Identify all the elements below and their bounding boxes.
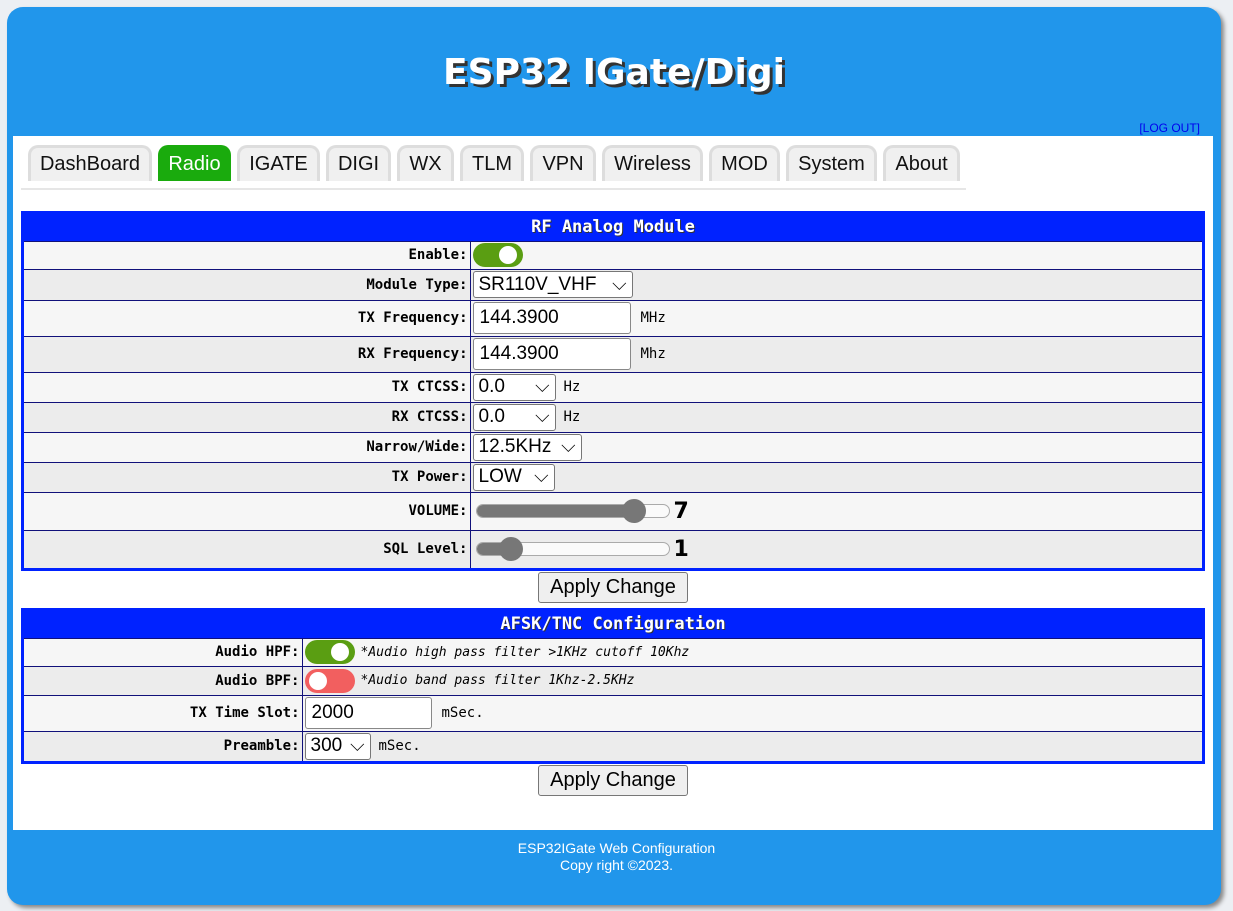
tab-vpn[interactable]: VPN bbox=[530, 145, 596, 181]
unit-label: MHz bbox=[640, 310, 666, 326]
chevron-down-icon: ⌵ bbox=[612, 273, 627, 295]
chevron-down-icon: ⌵ bbox=[535, 376, 550, 397]
page-title: ESP32 IGate/Digi bbox=[443, 52, 785, 93]
field-label: SQL Level: bbox=[24, 529, 471, 568]
sql-level-slider[interactable] bbox=[475, 537, 670, 562]
field-label: TX Time Slot: bbox=[24, 694, 303, 731]
field-label: RX CTCSS: bbox=[24, 401, 471, 432]
rf-module-section: RF Analog Module Enable: Module Type: SR… bbox=[21, 211, 1205, 571]
main-content: DashBoard Radio IGATE DIGI WX TLM VPN Wi… bbox=[13, 136, 1213, 830]
copyright-text: Copy right ©2023. bbox=[559, 857, 674, 873]
tx-ctcss-select[interactable]: 0.0 ⌵ bbox=[472, 373, 556, 401]
logout-link[interactable]: [LOG OUT] bbox=[1139, 121, 1200, 135]
section-title: AFSK/TNC Configuration bbox=[24, 611, 1202, 638]
chevron-down-icon: ⌵ bbox=[350, 735, 365, 757]
tab-radio[interactable]: Radio bbox=[158, 145, 231, 181]
tab-system[interactable]: System bbox=[786, 145, 877, 181]
chevron-down-icon: ⌵ bbox=[561, 436, 576, 457]
rx-ctcss-select[interactable]: 0.0 ⌵ bbox=[472, 403, 556, 431]
field-label: TX CTCSS: bbox=[24, 371, 471, 402]
tx-time-slot-input[interactable]: 2000 bbox=[304, 697, 432, 729]
tab-mod[interactable]: MOD bbox=[709, 145, 780, 181]
tab-wireless[interactable]: Wireless bbox=[602, 145, 703, 181]
narrow-wide-select[interactable]: 12.5KHz ⌵ bbox=[472, 433, 582, 461]
tab-about[interactable]: About bbox=[883, 145, 960, 181]
tab-bar: DashBoard Radio IGATE DIGI WX TLM VPN Wi… bbox=[21, 136, 966, 190]
tx-frequency-input[interactable]: 144.3900 bbox=[472, 302, 631, 334]
field-label: TX Frequency: bbox=[24, 299, 471, 336]
field-label: Enable: bbox=[24, 240, 471, 269]
enable-toggle[interactable] bbox=[472, 243, 523, 267]
field-label: VOLUME: bbox=[24, 491, 471, 530]
unit-label: Mhz bbox=[640, 346, 666, 362]
tx-power-select[interactable]: LOW ⌵ bbox=[472, 463, 555, 491]
module-type-select[interactable]: SR110V_VHF ⌵ bbox=[472, 271, 633, 298]
field-label: Audio BPF: bbox=[24, 665, 303, 695]
tab-dashboard[interactable]: DashBoard bbox=[28, 145, 152, 181]
tab-wx[interactable]: WX bbox=[397, 145, 454, 181]
volume-value: 7 bbox=[673, 498, 689, 524]
hpf-note: *Audio high pass filter >1KHz cutoff 10K… bbox=[360, 644, 690, 660]
volume-slider[interactable] bbox=[475, 499, 670, 523]
footer: ESP32IGate Web Configuration Copy right … bbox=[0, 840, 1233, 874]
afsk-tnc-section: AFSK/TNC Configuration Audio HPF: *Audio… bbox=[21, 608, 1205, 764]
field-label: Audio HPF: bbox=[24, 637, 303, 666]
unit-label: Hz bbox=[563, 379, 581, 395]
footer-text: ESP32IGate Web Configuration bbox=[517, 840, 716, 856]
apply-change-button[interactable]: Apply Change bbox=[538, 572, 688, 603]
sql-value: 1 bbox=[673, 536, 689, 562]
tab-igate[interactable]: IGATE bbox=[237, 145, 320, 181]
chevron-down-icon: ⌵ bbox=[535, 406, 550, 427]
chevron-down-icon: ⌵ bbox=[534, 466, 549, 487]
field-label: RX Frequency: bbox=[24, 335, 471, 372]
unit-label: mSec. bbox=[441, 705, 484, 721]
field-label: Preamble: bbox=[24, 730, 303, 761]
field-label: TX Power: bbox=[24, 461, 471, 492]
audio-hpf-toggle[interactable] bbox=[304, 640, 355, 664]
rx-frequency-input[interactable]: 144.3900 bbox=[472, 338, 631, 370]
bpf-note: *Audio band pass filter 1Khz-2.5KHz bbox=[360, 673, 635, 688]
audio-bpf-toggle[interactable] bbox=[304, 668, 355, 693]
field-label: Narrow/Wide: bbox=[24, 431, 471, 462]
preamble-select[interactable]: 300 ⌵ bbox=[304, 732, 371, 760]
section-title: RF Analog Module bbox=[24, 214, 1202, 241]
tab-tlm[interactable]: TLM bbox=[460, 145, 524, 181]
unit-label: Hz bbox=[563, 409, 581, 425]
field-label: Module Type: bbox=[24, 268, 471, 300]
apply-change-button[interactable]: Apply Change bbox=[538, 765, 688, 796]
tab-digi[interactable]: DIGI bbox=[326, 145, 391, 181]
unit-label: mSec. bbox=[378, 738, 421, 755]
